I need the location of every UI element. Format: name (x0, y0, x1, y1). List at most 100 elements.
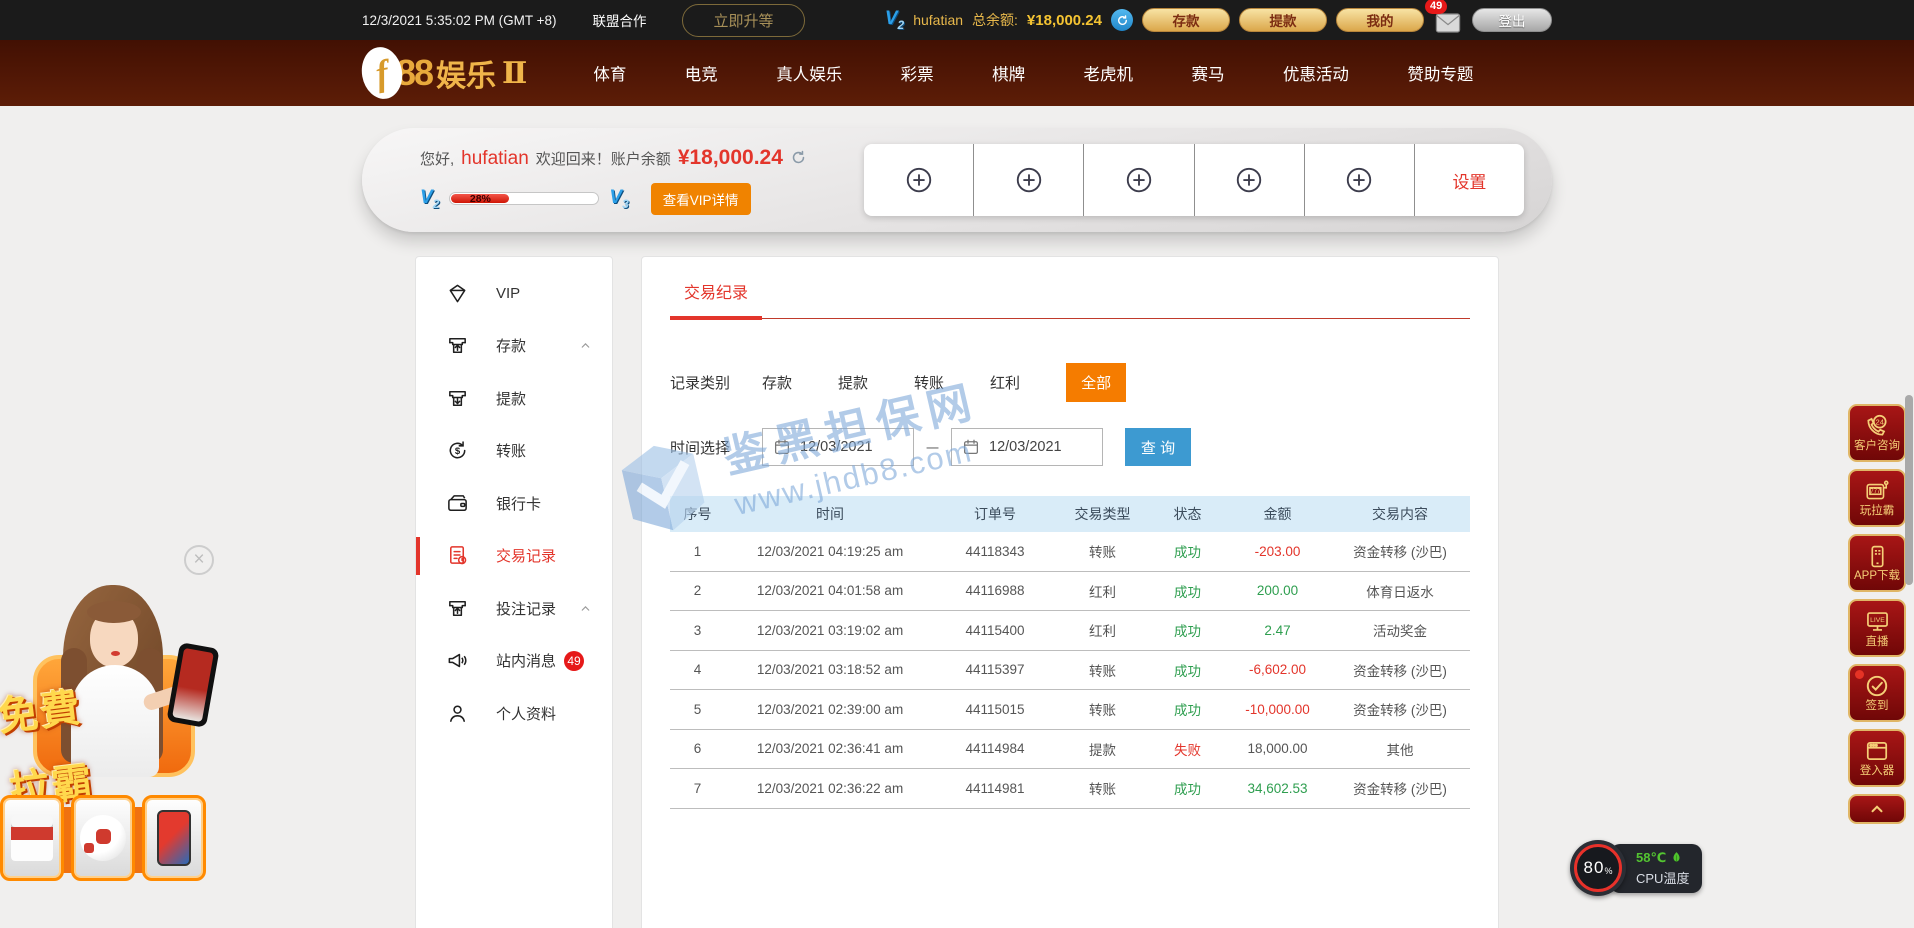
date-to-input[interactable]: 12/03/2021 (951, 428, 1103, 466)
welcome-banner: 您好, hufatian 欢迎回来！账户余额 ¥18,000.24 V2 28%… (362, 128, 1552, 232)
promo-slot-windows (0, 795, 212, 883)
vip-level-icon: V2 (885, 9, 904, 31)
amount-value: -10,000.00 (1225, 702, 1330, 717)
slot-prize-jersey (0, 795, 64, 881)
launcher-button[interactable]: 登入器 (1848, 729, 1906, 787)
deposit-machine-icon (446, 334, 470, 357)
sidebar-item-label: 投注记录 (496, 598, 556, 619)
filter-all[interactable]: 全部 (1066, 363, 1126, 402)
filter-withdraw[interactable]: 提款 (838, 372, 868, 393)
calendar-icon (962, 438, 980, 456)
chevron-up-icon (1868, 800, 1886, 818)
add-slot-button-5[interactable] (1304, 144, 1414, 216)
greeting-username: hufatian (461, 148, 529, 170)
nav-item-slots[interactable]: 老虎机 (1084, 61, 1134, 85)
sidebar-item-vip[interactable]: VIP (416, 267, 612, 320)
tab-bar: 交易纪录 (670, 257, 1470, 319)
svg-text:24: 24 (1875, 418, 1883, 427)
date-to-value: 12/03/2021 (989, 439, 1062, 455)
nav-item-sports[interactable]: 体育 (593, 61, 626, 85)
messages-icon[interactable]: 49 (1433, 7, 1463, 33)
sidebar-item-site-messages[interactable]: 站内消息 49 (416, 635, 612, 688)
tab-transaction-records[interactable]: 交易纪录 (670, 279, 762, 320)
quick-actions-box: 设置 (864, 144, 1524, 216)
notification-dot (1855, 670, 1864, 679)
transaction-panel: 交易纪录 记录类别 存款 提款 转账 红利 全部 时间选择 12/03/2021… (641, 256, 1499, 928)
play-slots-button[interactable]: 777 玩拉霸 (1848, 469, 1906, 527)
sidebar-item-deposit[interactable]: 存款 (416, 320, 612, 373)
filter-transfer[interactable]: 转账 (914, 372, 944, 393)
app-download-button[interactable]: APP下载 (1848, 534, 1906, 592)
filter-deposit[interactable]: 存款 (762, 372, 792, 393)
sidebar-item-label: 存款 (496, 335, 526, 356)
vip-progress-bar: 28% (449, 192, 599, 205)
alliance-link[interactable]: 联盟合作 (592, 10, 646, 30)
promo-banner[interactable]: × 免費 拉霸 (0, 545, 222, 885)
deposit-button[interactable]: 存款 (1142, 8, 1230, 32)
calendar-icon (773, 438, 791, 456)
greeting-suffix: 欢迎回来！账户余额 (536, 148, 671, 169)
status-badge: 成功 (1150, 620, 1225, 640)
nav-item-promotions[interactable]: 优惠活动 (1283, 61, 1349, 85)
promo-text-free: 免費 (0, 688, 84, 738)
svg-text:777: 777 (1870, 489, 1880, 495)
add-slot-button-1[interactable] (864, 144, 973, 216)
nav-item-horse-racing[interactable]: 赛马 (1191, 61, 1224, 85)
refresh-balance-icon[interactable] (1111, 9, 1133, 31)
top-bar: 12/3/2021 5:35:02 PM (GMT +8) 联盟合作 立即升等 … (0, 0, 1914, 40)
nav-menu: 体育 电竞 真人娱乐 彩票 棋牌 老虎机 赛马 优惠活动 赞助专题 (593, 61, 1473, 85)
sidebar-item-transfer[interactable]: $ 转账 (416, 425, 612, 478)
sidebar-item-bet-records[interactable]: 投注记录 (416, 582, 612, 635)
nav-item-sponsorship[interactable]: 赞助专题 (1407, 61, 1473, 85)
filter-label: 记录类别 (670, 372, 762, 393)
table-row: 1 12/03/2021 04:19:25 am 44118343 转账 成功 … (670, 532, 1470, 572)
table-row: 3 12/03/2021 03:19:02 am 44115400 红利 成功 … (670, 611, 1470, 651)
wallet-icon (446, 492, 470, 515)
date-range-dash: 一 (926, 438, 939, 457)
sidebar-item-label: 交易记录 (496, 545, 556, 566)
scrollbar-thumb[interactable] (1905, 395, 1913, 585)
site-logo[interactable]: f 88 娱乐 Ⅱ (362, 47, 527, 99)
add-slot-button-4[interactable] (1194, 144, 1304, 216)
search-button[interactable]: 查 询 (1125, 428, 1191, 466)
greeting-prefix: 您好, (420, 148, 454, 169)
nav-item-esports[interactable]: 电竞 (685, 61, 718, 85)
sidebar-item-withdraw[interactable]: 提款 (416, 372, 612, 425)
withdraw-button[interactable]: 提款 (1239, 8, 1327, 32)
clock-time: 12/3/2021 5:35:02 PM (GMT +8) (362, 13, 556, 28)
sidebar-item-label: 银行卡 (496, 493, 541, 514)
date-from-input[interactable]: 12/03/2021 (762, 428, 914, 466)
sidebar-item-bank-card[interactable]: 银行卡 (416, 477, 612, 530)
sign-in-button[interactable]: 签到 (1848, 664, 1906, 722)
slot-machine-icon: 777 (1864, 478, 1890, 504)
add-slot-button-3[interactable] (1083, 144, 1193, 216)
transfer-icon: $ (446, 439, 470, 462)
nav-item-live-casino[interactable]: 真人娱乐 (776, 61, 842, 85)
mine-button[interactable]: 我的 (1336, 8, 1424, 32)
sidebar-item-transaction-records[interactable]: 交易记录 (416, 530, 612, 583)
sidebar-item-profile[interactable]: 个人资料 (416, 687, 612, 740)
amount-value: 2.47 (1225, 623, 1330, 638)
add-slot-button-2[interactable] (973, 144, 1083, 216)
vip-progress-value: 28% (470, 193, 491, 205)
refresh-icon[interactable] (790, 149, 807, 166)
smartphone-icon (1865, 544, 1890, 569)
close-icon[interactable]: × (184, 545, 214, 575)
filter-bonus[interactable]: 红利 (990, 372, 1020, 393)
nav-item-board-games[interactable]: 棋牌 (992, 61, 1025, 85)
floating-action-rail: 24 客户咨询 777 玩拉霸 APP下载 LIVE 直播 签到 (1848, 404, 1906, 824)
live-stream-button[interactable]: LIVE 直播 (1848, 599, 1906, 657)
upgrade-button[interactable]: 立即升等 (682, 4, 804, 37)
leaf-icon (1670, 851, 1683, 864)
logout-button[interactable]: 登出 (1472, 8, 1552, 32)
nav-item-lottery[interactable]: 彩票 (901, 61, 934, 85)
table-row: 7 12/03/2021 02:36:22 am 44114981 转账 成功 … (670, 769, 1470, 809)
chevron-up-icon[interactable] (579, 602, 592, 615)
vip-detail-button[interactable]: 查看VIP详情 (651, 183, 751, 215)
settings-button[interactable]: 设置 (1414, 144, 1524, 216)
cpu-usage-gauge: 80 % (1570, 840, 1626, 896)
customer-service-button[interactable]: 24 客户咨询 (1848, 404, 1906, 462)
collapse-rail-button[interactable] (1848, 794, 1906, 824)
megaphone-icon (446, 649, 470, 672)
chevron-up-icon[interactable] (579, 339, 592, 352)
